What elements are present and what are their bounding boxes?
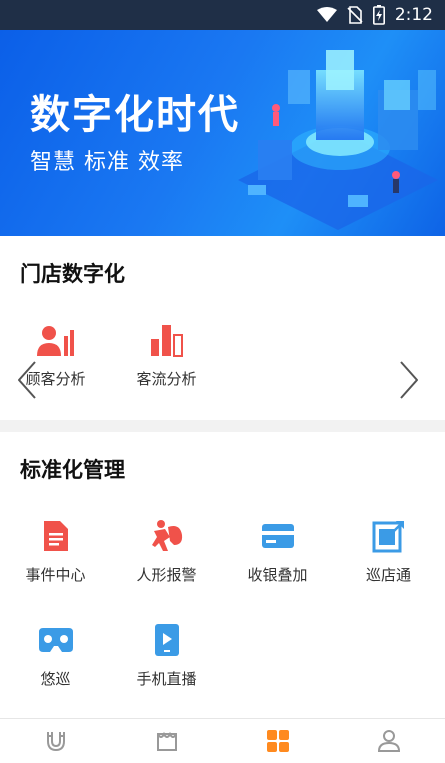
traffic-analysis-item[interactable]: 客流分析 bbox=[111, 320, 222, 389]
nav-item-profile[interactable] bbox=[334, 719, 445, 763]
person-alarm-item[interactable]: 人形报警 bbox=[111, 516, 222, 585]
card-icon bbox=[261, 524, 294, 548]
status-time: 2:12 bbox=[394, 5, 433, 25]
mobile-live-item[interactable]: 手机直播 bbox=[111, 620, 222, 689]
customer-analysis-icon bbox=[36, 326, 74, 356]
store-icon bbox=[156, 731, 177, 751]
item-label: 收银叠加 bbox=[247, 566, 308, 584]
banner-title: 数字化时代 bbox=[30, 92, 240, 138]
banner-carousel[interactable]: 数字化时代 智慧 标准 效率 bbox=[0, 30, 445, 236]
banner-subtitle: 智慧 标准 效率 bbox=[30, 150, 184, 175]
store-patrol-item[interactable]: 巡店通 bbox=[333, 516, 444, 585]
item-label: 事件中心 bbox=[25, 566, 86, 584]
vr-glasses-icon bbox=[38, 628, 73, 652]
magnet-icon bbox=[46, 732, 65, 752]
bottom-navigation bbox=[0, 718, 445, 763]
next-arrow-button[interactable] bbox=[392, 358, 426, 402]
wifi-icon bbox=[316, 7, 337, 22]
grid-icon bbox=[267, 730, 290, 752]
section-title: 门店数字化 bbox=[20, 262, 125, 286]
no-sim-icon bbox=[347, 6, 363, 24]
digital-city-illustration bbox=[238, 50, 438, 230]
youxun-item[interactable]: 悠巡 bbox=[0, 620, 111, 689]
nav-item-magnet[interactable] bbox=[0, 719, 111, 763]
item-label: 人形报警 bbox=[136, 566, 197, 584]
item-label: 巡店通 bbox=[365, 566, 411, 584]
item-label: 悠巡 bbox=[40, 670, 71, 688]
chevron-left-icon bbox=[16, 360, 37, 400]
nav-item-store[interactable] bbox=[111, 719, 222, 763]
prev-arrow-button[interactable] bbox=[10, 358, 44, 402]
event-center-item[interactable]: 事件中心 bbox=[0, 516, 111, 585]
chevron-right-icon bbox=[399, 360, 420, 400]
document-icon bbox=[43, 521, 68, 551]
status-bar: 2:12 bbox=[0, 0, 445, 30]
store-digital-section: 门店数字化 顾客分析 客流分析 bbox=[0, 236, 445, 420]
section-title: 标准化管理 bbox=[20, 458, 125, 482]
traffic-analysis-icon bbox=[150, 325, 183, 357]
battery-icon bbox=[372, 5, 385, 25]
nav-item-apps[interactable] bbox=[223, 719, 334, 763]
user-icon bbox=[378, 730, 401, 752]
item-label: 客流分析 bbox=[136, 370, 197, 388]
item-label: 手机直播 bbox=[136, 670, 197, 688]
person-alarm-icon bbox=[151, 520, 182, 551]
cashier-overlay-item[interactable]: 收银叠加 bbox=[222, 516, 333, 585]
edit-icon bbox=[372, 521, 404, 553]
phone-play-icon bbox=[154, 624, 179, 656]
standard-mgmt-section: 标准化管理 事件中心 人形报警 收银叠加 巡店通 悠巡 手机直播 bbox=[0, 432, 445, 718]
